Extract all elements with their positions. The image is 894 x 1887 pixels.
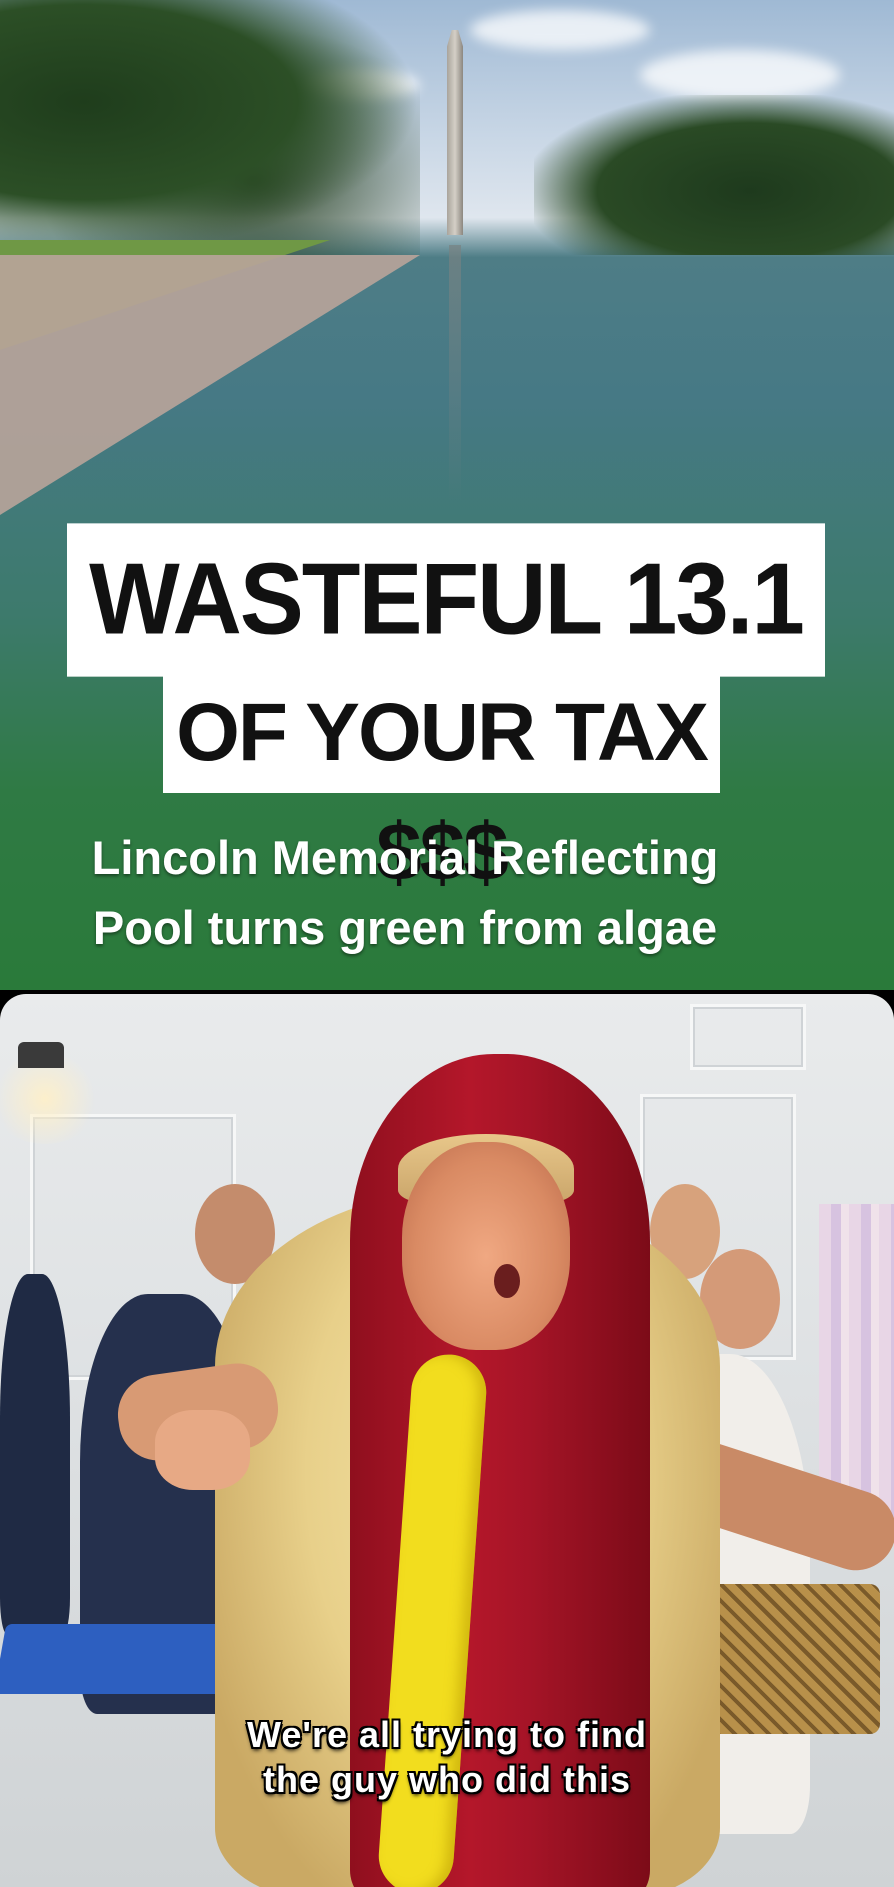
walkway (0, 255, 420, 515)
reflecting-pool-photo: WASTEFUL 13.1 MILLION OF YOUR TAX $$$ Li… (0, 0, 894, 990)
cloud (470, 10, 650, 50)
monument-reflection (449, 245, 461, 505)
hotdog-costume-photo: We're all trying to find the guy who did… (0, 994, 894, 1887)
bystander (0, 1274, 70, 1634)
tree-line-right (534, 95, 894, 255)
headline-line-1: WASTEFUL 13.1 MILLION (67, 523, 825, 809)
subheadline-line-1: Lincoln Memorial Reflecting (91, 831, 719, 884)
pointing-fist (155, 1410, 250, 1490)
headline-line-2: OF YOUR TAX $$$ (163, 673, 720, 898)
tree-line-left (0, 0, 420, 255)
wall-panel (690, 1004, 806, 1070)
caption-line-2: the guy who did this (263, 1759, 631, 1800)
mouth (494, 1264, 520, 1298)
face (402, 1142, 570, 1350)
subheadline-line-2: Pool turns green from algae (92, 901, 718, 954)
cloud (640, 50, 840, 100)
washington-monument (447, 30, 463, 235)
display-table (0, 1624, 237, 1694)
wall-lamp (18, 1042, 64, 1068)
caption-line-1: We're all trying to find (247, 1714, 647, 1755)
